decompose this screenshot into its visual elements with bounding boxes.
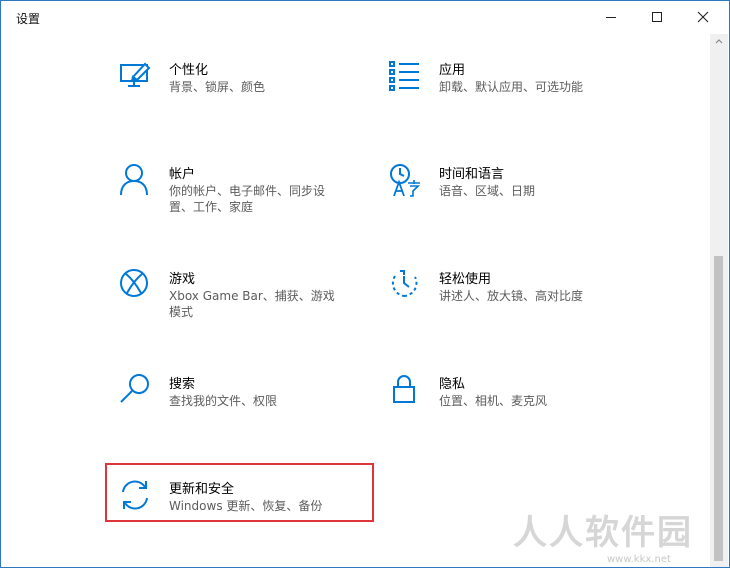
personalization-icon: [119, 59, 155, 95]
tile-name: 应用: [439, 63, 466, 78]
tile-name: 隐私: [439, 377, 466, 392]
tile-description: 你的帐户、电子邮件、同步设置、工作、家庭: [169, 184, 326, 214]
window-title: 设置: [16, 12, 41, 26]
tile-name: 帐户: [169, 167, 196, 182]
tile-description: 查找我的文件、权限: [169, 394, 278, 408]
update-sync-icon: [119, 478, 155, 514]
scroll-up-button[interactable]: [710, 34, 728, 48]
maximize-icon: [652, 12, 662, 22]
ease-of-access-icon: [389, 268, 425, 304]
tile-name: 时间和语言: [439, 167, 505, 182]
minimize-button[interactable]: [588, 1, 634, 33]
tile-name: 轻松使用: [439, 272, 492, 287]
tile-personalization[interactable]: 个性化 背景、锁屏、颜色: [119, 59, 389, 129]
settings-window: 设置 个性化 背景、锁屏、颜色 应用 卸载、默认应用、可选功能 帐户 你的帐户、…: [0, 0, 730, 568]
tile-name: 搜索: [169, 377, 196, 392]
apps-icon: [389, 59, 425, 95]
close-button[interactable]: [680, 1, 726, 33]
time-language-icon: [389, 163, 425, 199]
tile-ease-of-access[interactable]: 轻松使用 讲述人、放大镜、高对比度: [389, 268, 659, 338]
search-icon: [119, 373, 155, 409]
tile-name: 更新和安全: [169, 482, 235, 497]
tile-gaming[interactable]: 游戏 Xbox Game Bar、捕获、游戏模式: [119, 268, 389, 338]
tile-search[interactable]: 搜索 查找我的文件、权限: [119, 373, 389, 443]
tile-description: 语音、区域、日期: [439, 184, 536, 198]
tile-description: 讲述人、放大镜、高对比度: [439, 289, 584, 303]
watermark-url: www.kkx.net: [607, 554, 671, 565]
chevron-up-icon: [715, 39, 723, 44]
tile-description: 卸载、默认应用、可选功能: [439, 80, 584, 94]
tile-description: 背景、锁屏、颜色: [169, 80, 266, 94]
tile-time-language[interactable]: 时间和语言 语音、区域、日期: [389, 163, 659, 233]
tile-accounts[interactable]: 帐户 你的帐户、电子邮件、同步设置、工作、家庭: [119, 163, 389, 233]
lock-icon: [389, 373, 425, 409]
tile-privacy[interactable]: 隐私 位置、相机、麦克风: [389, 373, 659, 443]
account-icon: [119, 163, 155, 199]
maximize-button[interactable]: [634, 1, 680, 33]
tile-description: Xbox Game Bar、捕获、游戏模式: [169, 289, 335, 319]
tile-apps[interactable]: 应用 卸载、默认应用、可选功能: [389, 59, 659, 129]
title-bar[interactable]: 设置: [1, 1, 729, 34]
minimize-icon: [606, 17, 616, 18]
xbox-icon: [119, 268, 155, 304]
tile-name: 个性化: [169, 63, 209, 78]
tile-description: Windows 更新、恢复、备份: [169, 499, 323, 513]
tile-description: 位置、相机、麦克风: [439, 394, 548, 408]
close-icon: [697, 11, 709, 23]
vertical-scrollbar[interactable]: [710, 34, 728, 567]
tile-name: 游戏: [169, 272, 196, 287]
tile-update-security[interactable]: 更新和安全 Windows 更新、恢复、备份: [119, 478, 389, 548]
